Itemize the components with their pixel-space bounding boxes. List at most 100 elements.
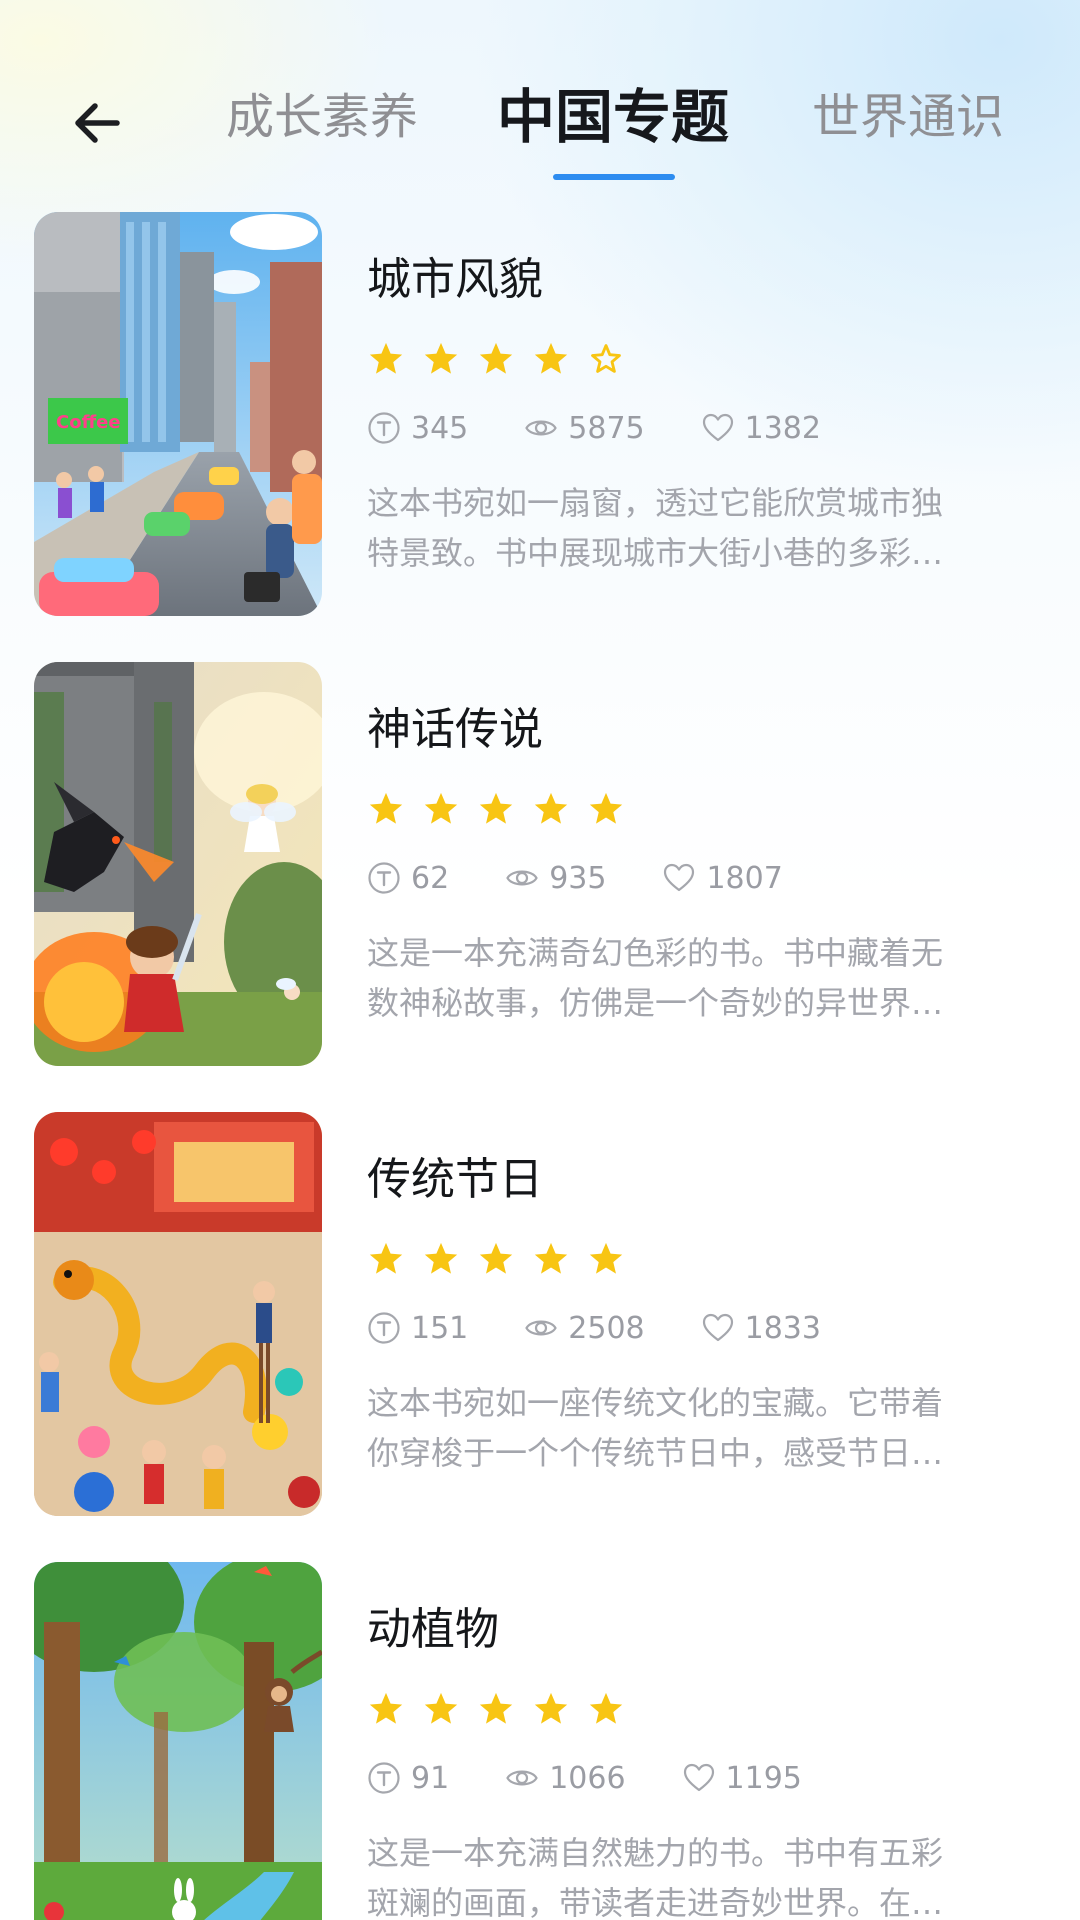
like-count[interactable]: 1382 (701, 411, 821, 446)
view-count: 1066 (505, 1760, 626, 1796)
star-filled-icon (369, 1692, 403, 1724)
book-cover-myth (34, 662, 322, 1066)
book-stats: 151 2508 1833 (367, 1308, 877, 1348)
star-filled-icon (589, 1242, 623, 1274)
heart-icon (702, 1313, 733, 1342)
book-card[interactable]: Coffee 城市风貌 345 5875 1382 这本书宛如一扇窗，透过它能欣… (0, 212, 1080, 616)
heart-icon (683, 1763, 714, 1792)
eye-icon (525, 1320, 558, 1336)
back-button[interactable] (62, 88, 132, 158)
festival-dragon-dance-illustration (34, 1112, 322, 1516)
eye-icon (525, 420, 558, 436)
description-line: 这本书宛如一座传统文化的宝藏。它带着 (367, 1384, 944, 1422)
tab-world-knowledge[interactable]: 世界通识 (812, 82, 1004, 152)
view-count-value: 5875 (568, 410, 645, 446)
view-count: 2508 (524, 1310, 645, 1346)
eye-icon (506, 870, 538, 886)
star-filled-icon (534, 1242, 568, 1274)
book-stats: 345 5875 1382 (367, 408, 877, 448)
book-description: 这是一本充满奇幻色彩的书。书中藏着无 数神秘故事，仿佛是一个奇妙的异世界… (367, 928, 1017, 1028)
word-count: 345 (367, 411, 468, 446)
view-count: 935 (505, 861, 606, 896)
word-count-value: 62 (411, 860, 450, 896)
view-count: 5875 (524, 410, 645, 446)
word-count-value: 345 (411, 410, 469, 446)
book-cover-city: Coffee (34, 212, 322, 616)
book-description: 这是一本充满自然魅力的书。书中有五彩 斑斓的画面，带读者走进奇妙世界。在… (367, 1828, 1017, 1920)
book-title: 神话传说 (367, 704, 543, 755)
star-filled-icon (369, 342, 403, 374)
like-count-value: 1833 (744, 1310, 821, 1346)
arrow-left-icon (75, 103, 120, 143)
text-count-icon (368, 412, 400, 444)
like-count[interactable]: 1807 (662, 860, 783, 896)
description-line: 这本书宛如一扇窗，透过它能欣赏城市独 (367, 484, 944, 522)
book-card[interactable]: 传统节日 151 2508 1833 这本书宛如一座传统文化的宝藏。它带着 你穿… (0, 1112, 1080, 1516)
star-filled-icon (534, 1692, 568, 1724)
star-filled-icon (479, 1242, 513, 1274)
book-description: 这本书宛如一扇窗，透过它能欣赏城市独 特景致。书中展现城市大街小巷的多彩… (367, 478, 1017, 578)
word-count: 91 (367, 1761, 449, 1796)
tab-growth-literacy[interactable]: 成长素养 (226, 82, 418, 152)
active-tab-indicator (553, 174, 675, 180)
star-filled-icon (534, 342, 568, 374)
word-count-value: 151 (411, 1310, 469, 1346)
description-line: 这是一本充满奇幻色彩的书。书中藏着无 (367, 934, 944, 972)
word-count: 62 (367, 861, 449, 896)
star-filled-icon (479, 792, 513, 824)
description-line: 斑斓的画面，带读者走进奇妙世界。在… (367, 1884, 944, 1920)
like-count[interactable]: 1195 (682, 1761, 802, 1796)
star-rating (367, 1690, 642, 1728)
heart-icon (702, 413, 733, 442)
like-count-value: 1382 (744, 410, 821, 446)
book-description: 这本书宛如一座传统文化的宝藏。它带着 你穿梭于一个个传统节日中，感受节日… (367, 1378, 1017, 1478)
star-filled-icon (369, 792, 403, 824)
book-title: 城市风貌 (367, 254, 543, 305)
star-filled-icon (424, 342, 458, 374)
like-count[interactable]: 1833 (701, 1311, 821, 1346)
star-filled-icon (479, 342, 513, 374)
forest-animals-illustration (34, 1562, 322, 1920)
word-count: 151 (367, 1311, 468, 1346)
cover-sign-text: Coffee (56, 412, 121, 433)
description-line: 这是一本充满自然魅力的书。书中有五彩 (367, 1834, 944, 1872)
book-title: 传统节日 (367, 1154, 543, 1205)
book-card[interactable]: 动植物 91 1066 1195 这是一本充满自然魅力的书。书中有五彩 斑斓的画… (0, 1562, 1080, 1920)
star-filled-icon (369, 1242, 403, 1274)
book-stats: 62 935 1807 (367, 858, 839, 898)
like-count-value: 1807 (706, 860, 783, 896)
star-rating (367, 790, 642, 828)
star-filled-icon (424, 1692, 458, 1724)
description-line: 特景致。书中展现城市大街小巷的多彩… (367, 534, 944, 572)
book-stats: 91 1066 1195 (367, 1758, 858, 1798)
top-nav: 成长素养 中国专题 世界通识 (0, 0, 1080, 190)
word-count-value: 91 (411, 1760, 450, 1796)
star-filled-icon (479, 1692, 513, 1724)
dragon-castle-illustration (34, 662, 322, 1066)
tab-china-topics[interactable]: 中国专题 (497, 82, 729, 152)
star-filled-icon (424, 792, 458, 824)
eye-icon (506, 1770, 538, 1786)
text-count-icon (368, 862, 400, 894)
star-filled-icon (589, 792, 623, 824)
view-count-value: 935 (549, 860, 607, 896)
star-filled-icon (589, 1692, 623, 1724)
view-count-value: 2508 (568, 1310, 645, 1346)
book-title: 动植物 (367, 1604, 499, 1655)
book-card[interactable]: 神话传说 62 935 1807 这是一本充满奇幻色彩的书。书中藏着无 数神秘故… (0, 662, 1080, 1066)
text-count-icon (368, 1762, 400, 1794)
city-street-illustration: Coffee (34, 212, 322, 616)
star-filled-icon (424, 1242, 458, 1274)
description-line: 数神秘故事，仿佛是一个奇妙的异世界… (367, 984, 944, 1022)
star-rating (367, 340, 642, 378)
book-cover-festival (34, 1112, 322, 1516)
view-count-value: 1066 (549, 1760, 626, 1796)
description-line: 你穿梭于一个个传统节日中，感受节日… (367, 1434, 944, 1472)
heart-icon (664, 863, 695, 892)
star-outline-icon (591, 344, 621, 373)
star-filled-icon (534, 792, 568, 824)
star-rating (367, 1240, 642, 1278)
like-count-value: 1195 (725, 1760, 802, 1796)
text-count-icon (368, 1312, 400, 1344)
book-cover-nature (34, 1562, 322, 1920)
